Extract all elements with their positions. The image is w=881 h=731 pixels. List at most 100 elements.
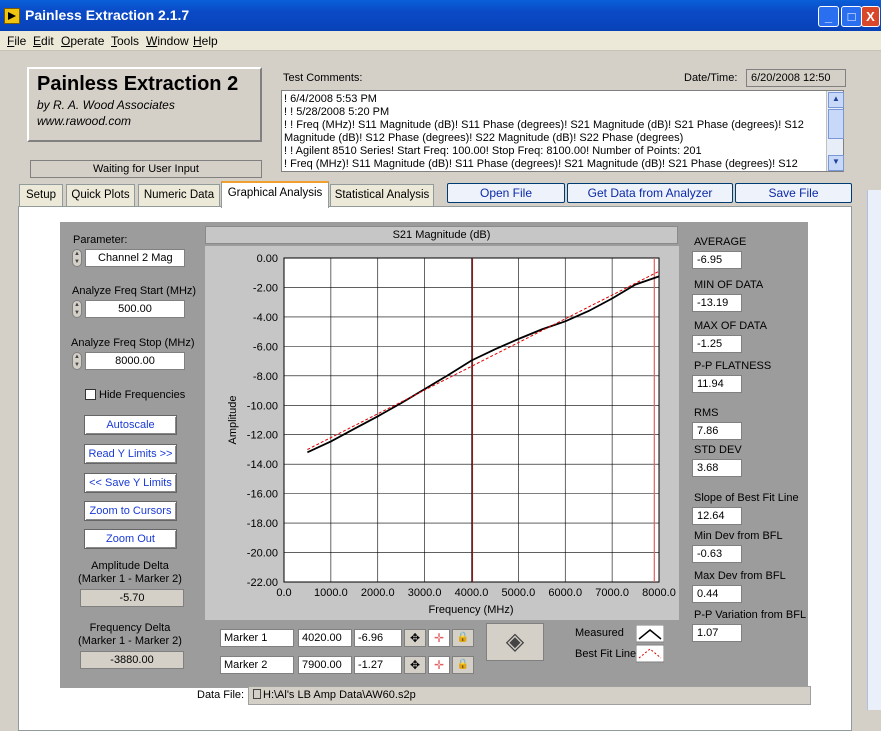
- save-file-button[interactable]: Save File: [735, 183, 852, 203]
- logo-url: www.rawood.com: [37, 114, 132, 128]
- freq-delta-value: -3880.00: [80, 651, 184, 669]
- datafile-path[interactable]: H:\Al's LB Amp Data\AW60.s2p: [248, 686, 811, 705]
- stat-value: -1.25: [692, 335, 742, 353]
- autoscale-button[interactable]: Autoscale: [84, 415, 177, 435]
- freq-delta-sublabel: (Marker 1 - Marker 2): [78, 635, 182, 647]
- tab-statistical-analysis[interactable]: Statistical Analysis: [330, 184, 434, 206]
- stat-value: -0.63: [692, 545, 742, 563]
- marker-2-amp[interactable]: -1.27: [354, 656, 402, 674]
- stat-value: 12.64: [692, 507, 742, 525]
- tab-graphical-analysis[interactable]: Graphical Analysis: [221, 181, 329, 208]
- crosshair-icon[interactable]: ✛: [428, 656, 450, 674]
- read-y-limits-button[interactable]: Read Y Limits >>: [84, 444, 177, 464]
- tab-numeric-data[interactable]: Numeric Data: [138, 184, 220, 206]
- marker-1-amp[interactable]: -6.96: [354, 629, 402, 647]
- marker-1-freq[interactable]: 4020.00: [298, 629, 352, 647]
- zoom-to-cursors-button[interactable]: Zoom to Cursors: [84, 501, 177, 521]
- menu-help[interactable]: Help: [193, 34, 218, 48]
- y-tick-label: -20.00: [247, 548, 278, 560]
- datafile-value: H:\Al's LB Amp Data\AW60.s2p: [263, 689, 416, 701]
- x-tick-label: 5000.0: [502, 587, 536, 599]
- stat-label: STD DEV: [694, 444, 742, 456]
- start-freq-spinner[interactable]: ▲ ▼: [72, 300, 82, 318]
- title-bar: Painless Extraction 2.1.7 _ □ X: [0, 0, 881, 31]
- stop-freq-label: Analyze Freq Stop (MHz): [71, 337, 195, 349]
- menu-window[interactable]: Window: [146, 34, 189, 48]
- stat-label: Min Dev from BFL: [694, 530, 783, 542]
- comment-line: ! ! Agilent 8510 Series! Start Freq: 100…: [284, 145, 702, 157]
- lock-icon[interactable]: 🔒: [452, 629, 474, 647]
- zoom-out-button[interactable]: Zoom Out: [84, 529, 177, 549]
- app-icon[interactable]: [4, 8, 20, 24]
- legend: Measured Best Fit Line: [563, 621, 671, 665]
- comments-textbox[interactable]: ! 6/4/2008 5:53 PM ! ! 5/28/2008 5:20 PM…: [281, 90, 844, 172]
- close-button[interactable]: X: [861, 6, 880, 27]
- window-title: Painless Extraction 2.1.7: [25, 7, 190, 23]
- move-cursor-icon[interactable]: ✥: [404, 656, 426, 674]
- parameter-label: Parameter:: [73, 234, 128, 246]
- menu-file[interactable]: File: [7, 34, 26, 48]
- menu-edit[interactable]: Edit: [33, 34, 54, 48]
- marker-1-label: Marker 1: [220, 629, 294, 647]
- y-axis-label: Amplitude: [227, 396, 239, 445]
- freq-delta-label: Frequency Delta: [89, 622, 171, 634]
- tab-setup[interactable]: Setup: [19, 184, 63, 206]
- menu-operate[interactable]: Operate: [61, 34, 104, 48]
- stat-value: -13.19: [692, 294, 742, 312]
- amp-delta-value: -5.70: [80, 589, 184, 607]
- marker-2-freq[interactable]: 7900.00: [298, 656, 352, 674]
- stat-label: MAX OF DATA: [694, 320, 767, 332]
- scroll-thumb[interactable]: [828, 109, 844, 139]
- scroll-down-icon[interactable]: ▼: [828, 155, 844, 171]
- y-tick-label: -6.00: [253, 341, 278, 353]
- y-tick-label: -2.00: [253, 282, 278, 294]
- legend-bestfit-label: Best Fit Line: [575, 648, 637, 660]
- save-y-limits-button[interactable]: << Save Y Limits: [84, 473, 177, 493]
- crosshair-icon[interactable]: ✛: [428, 629, 450, 647]
- lock-icon[interactable]: 🔒: [452, 656, 474, 674]
- legend-swatches: [636, 625, 664, 663]
- x-tick-label: 4000.0: [455, 587, 489, 599]
- menu-tools[interactable]: Tools: [111, 34, 139, 48]
- stat-label: Slope of Best Fit Line: [694, 492, 799, 504]
- parameter-spinner[interactable]: ▲ ▼: [72, 249, 82, 267]
- stop-freq-input[interactable]: 8000.00: [85, 352, 185, 370]
- scroll-up-icon[interactable]: ▲: [828, 92, 844, 108]
- logo-box: Painless Extraction 2 by R. A. Wood Asso…: [27, 67, 262, 142]
- stat-value: 11.94: [692, 375, 742, 393]
- x-tick-label: 1000.0: [314, 587, 348, 599]
- move-cursor-icon[interactable]: ✥: [404, 629, 426, 647]
- stat-label: MIN OF DATA: [694, 279, 764, 291]
- logo-byline: by R. A. Wood Associates: [37, 98, 175, 112]
- y-tick-label: -18.00: [247, 518, 278, 530]
- stop-freq-spinner[interactable]: ▲ ▼: [72, 352, 82, 370]
- y-tick-label: -16.00: [247, 489, 278, 501]
- open-file-button[interactable]: Open File: [447, 183, 565, 203]
- start-freq-input[interactable]: 500.00: [85, 300, 185, 318]
- y-tick-label: -8.00: [253, 371, 278, 383]
- tab-quick-plots[interactable]: Quick Plots: [66, 184, 135, 206]
- x-axis-label: Frequency (MHz): [429, 604, 514, 616]
- datafile-label: Data File:: [197, 689, 245, 701]
- stat-value: 7.86: [692, 422, 742, 440]
- stat-label: RMS: [694, 407, 719, 419]
- comment-line: Magnitude (dB)! S12 Phase (degrees)! S22…: [284, 132, 684, 144]
- x-tick-label: 7000.0: [595, 587, 629, 599]
- window-scrollbar[interactable]: [867, 190, 881, 710]
- stat-value: 1.07: [692, 624, 742, 642]
- get-data-button[interactable]: Get Data from Analyzer: [567, 183, 733, 203]
- hide-frequencies-checkbox[interactable]: [85, 389, 96, 400]
- comments-label: Test Comments:: [283, 72, 363, 84]
- cursor-move-pad-icon[interactable]: ◈: [486, 623, 544, 661]
- chart-plot[interactable]: 0.0 1000.0 2000.0 3000.0 4000.0 5000.0 6000.0 7…: [205, 246, 679, 620]
- maximize-button[interactable]: □: [841, 6, 862, 27]
- y-tick-label: 0.00: [257, 253, 278, 265]
- stat-value: 0.44: [692, 585, 742, 603]
- minimize-button[interactable]: _: [818, 6, 839, 27]
- chart-title: S21 Magnitude (dB): [205, 226, 678, 244]
- file-icon: [253, 689, 261, 699]
- parameter-select[interactable]: Channel 2 Mag: [85, 249, 185, 267]
- legend-measured-label: Measured: [575, 627, 624, 639]
- y-tick-label: -4.00: [253, 312, 278, 324]
- comments-scrollbar[interactable]: ▲ ▼: [826, 91, 844, 171]
